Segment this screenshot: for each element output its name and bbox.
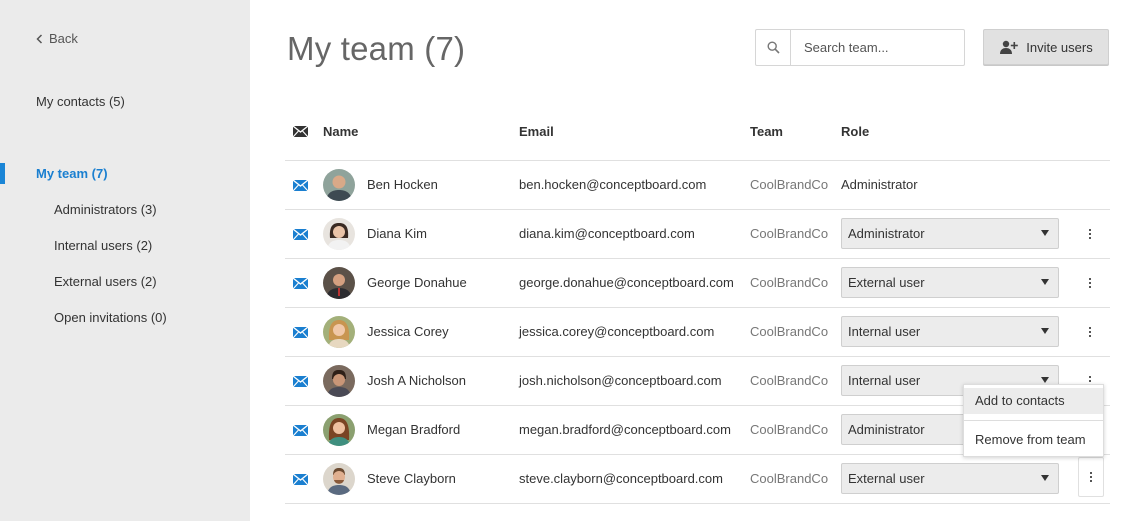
member-team: CoolBrandCo [750, 275, 829, 290]
row-context-menu: Add to contacts Remove from team [963, 384, 1104, 457]
menu-divider [964, 420, 1103, 421]
role-select-value: Administrator [848, 422, 925, 437]
table-row: Diana Kim diana.kim@conceptboard.com Coo… [285, 210, 1110, 259]
row-more-button[interactable] [1078, 271, 1102, 295]
member-team: CoolBrandCo [750, 324, 829, 339]
role-select[interactable]: External user [841, 267, 1059, 298]
role-select-value: Internal user [848, 373, 921, 388]
role-select[interactable]: External user [841, 463, 1059, 494]
sidebar-item-external-users[interactable]: External users (2) [54, 274, 157, 289]
add-user-icon [1000, 40, 1019, 54]
column-header-name[interactable]: Name [323, 124, 358, 139]
member-name: George Donahue [367, 275, 467, 290]
more-vertical-icon [1089, 278, 1091, 288]
row-more-button[interactable] [1078, 320, 1102, 344]
role-select-value: Internal user [848, 324, 921, 339]
role-select-value: External user [848, 275, 925, 290]
dropdown-arrow-icon [1041, 279, 1049, 285]
menu-item-add-to-contacts[interactable]: Add to contacts [964, 388, 1103, 414]
mail-icon[interactable] [293, 229, 308, 240]
member-email: diana.kim@conceptboard.com [519, 226, 695, 241]
member-team: CoolBrandCo [750, 471, 829, 486]
menu-item-remove-from-team[interactable]: Remove from team [964, 427, 1103, 453]
member-email: george.donahue@conceptboard.com [519, 275, 734, 290]
dropdown-arrow-icon [1041, 230, 1049, 236]
table-header: Name Email Team Role [285, 110, 1110, 161]
back-link[interactable]: Back [36, 31, 78, 46]
mail-icon[interactable] [293, 425, 308, 436]
invite-users-button[interactable]: Invite users [983, 29, 1109, 65]
avatar [323, 365, 355, 397]
sidebar-item-my-team[interactable]: My team (7) [36, 166, 108, 181]
row-more-button[interactable] [1078, 222, 1102, 246]
role-select-value: Administrator [848, 226, 925, 241]
member-email: jessica.corey@conceptboard.com [519, 324, 715, 339]
chevron-left-icon [36, 33, 43, 44]
member-email: steve.clayborn@conceptboard.com [519, 471, 723, 486]
member-team: CoolBrandCo [750, 177, 829, 192]
avatar [323, 316, 355, 348]
dropdown-arrow-icon [1041, 328, 1049, 334]
dropdown-arrow-icon [1041, 475, 1049, 481]
role-select-value: External user [848, 471, 925, 486]
sidebar-item-open-invitations[interactable]: Open invitations (0) [54, 310, 167, 325]
member-team: CoolBrandCo [750, 422, 829, 437]
member-team: CoolBrandCo [750, 226, 829, 241]
mail-icon[interactable] [293, 327, 308, 338]
role-select[interactable]: Administrator [841, 218, 1059, 249]
search-input[interactable] [791, 30, 964, 65]
avatar [323, 218, 355, 250]
avatar [323, 169, 355, 201]
member-name: Megan Bradford [367, 422, 461, 437]
page-title: My team (7) [287, 30, 466, 67]
sidebar-item-administrators[interactable]: Administrators (3) [54, 202, 157, 217]
active-nav-indicator [0, 163, 5, 184]
more-vertical-icon [1089, 327, 1091, 337]
member-email: megan.bradford@conceptboard.com [519, 422, 731, 437]
role-select[interactable]: Internal user [841, 316, 1059, 347]
avatar [323, 267, 355, 299]
mail-all-icon[interactable] [293, 126, 308, 137]
mail-icon[interactable] [293, 376, 308, 387]
member-email: josh.nicholson@conceptboard.com [519, 373, 722, 388]
back-label: Back [49, 31, 78, 46]
dropdown-arrow-icon [1041, 377, 1049, 383]
member-name: Ben Hocken [367, 177, 438, 192]
invite-users-label: Invite users [1026, 39, 1093, 55]
member-name: Josh A Nicholson [367, 373, 467, 388]
sidebar-item-my-contacts[interactable]: My contacts (5) [36, 94, 125, 109]
more-vertical-icon [1089, 229, 1091, 239]
member-name: Steve Clayborn [367, 471, 456, 486]
mail-icon[interactable] [293, 474, 308, 485]
column-header-team[interactable]: Team [750, 124, 783, 139]
member-team: CoolBrandCo [750, 373, 829, 388]
sidebar: Back My contacts (5) My team (7) Adminis… [0, 0, 250, 521]
member-name: Diana Kim [367, 226, 427, 241]
member-email: ben.hocken@conceptboard.com [519, 177, 707, 192]
row-more-button-open[interactable] [1078, 457, 1104, 497]
avatar [323, 463, 355, 495]
column-header-role[interactable]: Role [841, 124, 869, 139]
search-button[interactable] [756, 30, 791, 65]
table-row: Ben Hocken ben.hocken@conceptboard.com C… [285, 161, 1110, 210]
search-box [755, 29, 965, 66]
avatar [323, 414, 355, 446]
table-row: Jessica Corey jessica.corey@conceptboard… [285, 308, 1110, 357]
table-row: Steve Clayborn steve.clayborn@conceptboa… [285, 455, 1110, 504]
member-role: Administrator [841, 177, 918, 192]
table-row: George Donahue george.donahue@conceptboa… [285, 259, 1110, 308]
search-icon [766, 41, 780, 54]
mail-icon[interactable] [293, 278, 308, 289]
more-vertical-icon [1090, 472, 1092, 482]
sidebar-item-internal-users[interactable]: Internal users (2) [54, 238, 152, 253]
column-header-email[interactable]: Email [519, 124, 554, 139]
mail-icon[interactable] [293, 180, 308, 191]
member-name: Jessica Corey [367, 324, 449, 339]
